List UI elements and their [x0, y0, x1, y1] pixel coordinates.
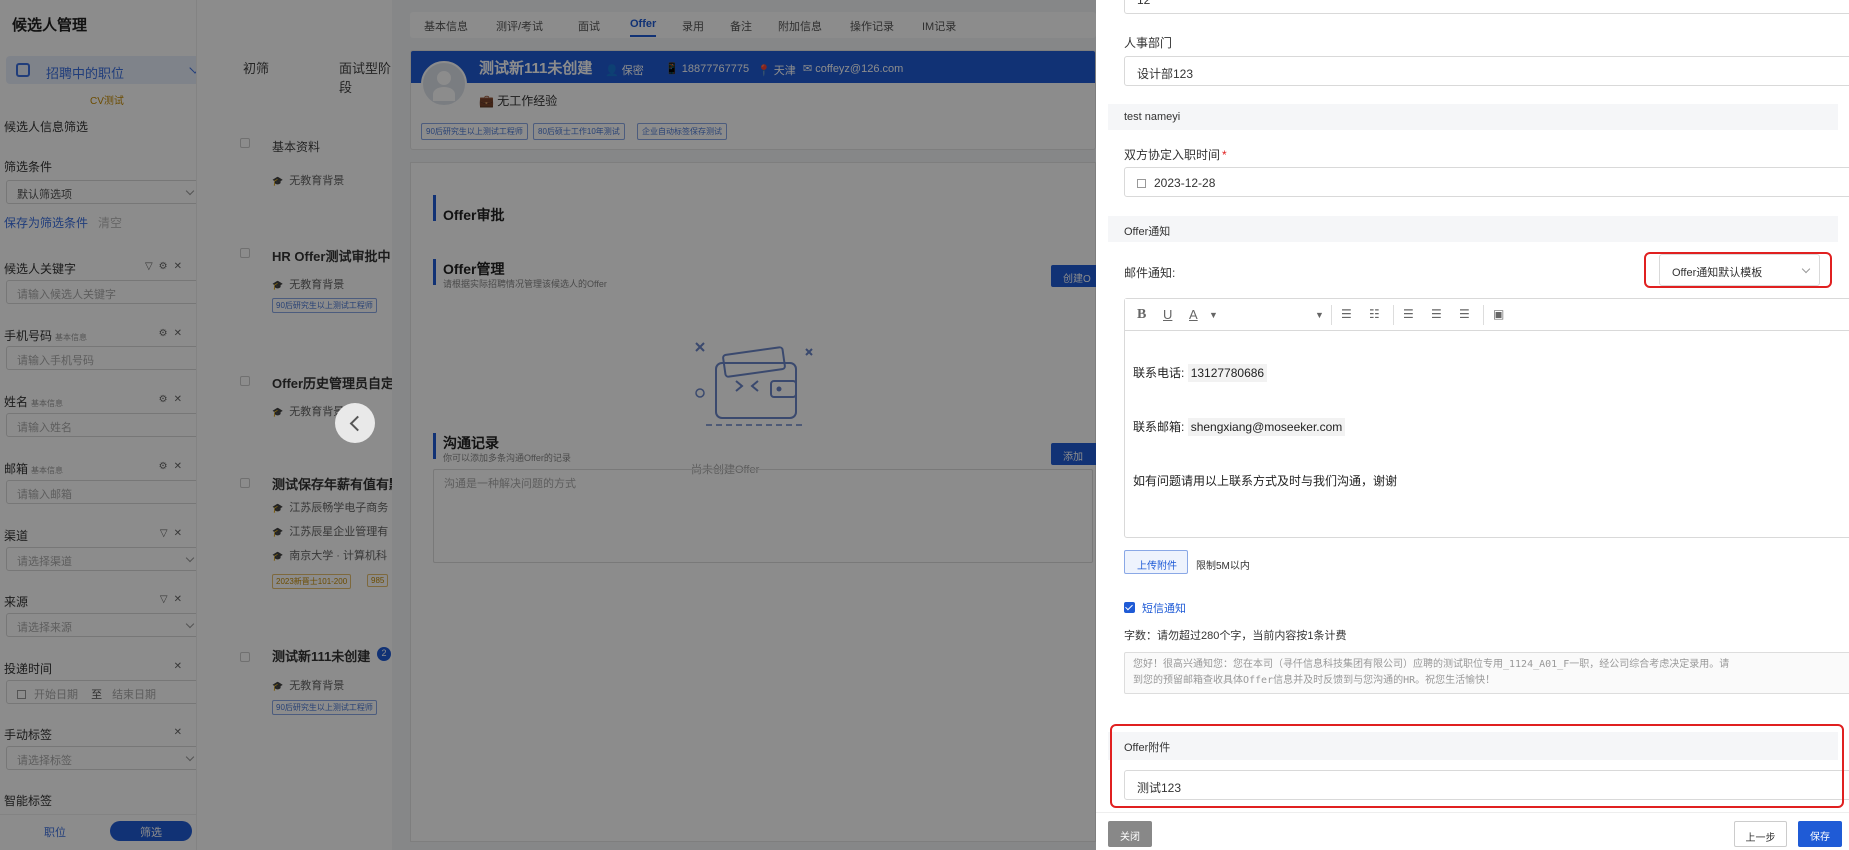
closing-line: 如有问题请用以上联系方式及时与我们沟通，谢谢 — [1133, 474, 1398, 488]
join-date-label-text: 双方协定入职时间 — [1124, 148, 1221, 162]
sms-text-line: 您好！很高兴通知您：您在本司（寻仟信息科技集团有限公司）应聘的测试职位专用_11… — [1133, 659, 1730, 670]
font-color-icon[interactable]: A — [1189, 307, 1198, 322]
editor-toolbar: B U A ▼ ▼ ☰ ☷ ☰ ☰ ☰ ▣ — [1125, 299, 1849, 331]
editor-content[interactable]: 联系电话: 13127780686 联系邮箱: shengxiang@mosee… — [1125, 332, 1849, 537]
sms-checkbox[interactable] — [1124, 602, 1135, 613]
align-left-icon[interactable]: ☰ — [1403, 307, 1414, 321]
detail-overlay — [392, 0, 1096, 850]
calendar-icon — [1137, 179, 1146, 188]
contact-email-value: shengxiang@moseeker.com — [1187, 418, 1346, 436]
close-button[interactable]: 关闭 — [1108, 821, 1152, 847]
highlight-box — [1644, 252, 1832, 288]
top-field[interactable]: 12 — [1124, 0, 1849, 14]
drawer-footer: 关闭 上一步 保存 — [1096, 812, 1849, 850]
hr-dept-value: 设计部123 — [1137, 67, 1194, 81]
align-right-icon[interactable]: ☰ — [1459, 307, 1470, 321]
sms-textarea[interactable]: 您好！很高兴通知您：您在本司（寻仟信息科技集团有限公司）应聘的测试职位专用_11… — [1124, 652, 1849, 694]
contact-phone-label: 联系电话: — [1133, 366, 1185, 380]
toolbar-divider — [1483, 305, 1484, 325]
join-date-value: 2023-12-28 — [1154, 176, 1216, 190]
group-header: Offer通知 — [1108, 216, 1838, 242]
required-mark: * — [1222, 148, 1227, 162]
unordered-list-icon[interactable]: ☷ — [1369, 307, 1380, 321]
group-header: test nameyi — [1108, 104, 1838, 130]
contact-phone-value: 13127780686 — [1187, 364, 1268, 382]
offer-drawer: 12 人事部门 设计部123 test nameyi 双方协定入职时间 * 202… — [1096, 0, 1849, 850]
upload-attachment-button[interactable]: 上传附件 — [1124, 550, 1188, 574]
underline-icon[interactable]: U — [1163, 307, 1172, 322]
save-button[interactable]: 保存 — [1798, 821, 1842, 847]
font-size-chevron-icon[interactable]: ▼ — [1315, 310, 1324, 320]
word-count-hint: 字数：请勿超过280个字，当前内容按1条计费 — [1124, 630, 1347, 642]
contact-email-line: 联系邮箱: shengxiang@moseeker.com — [1133, 418, 1346, 436]
prev-candidate-button[interactable] — [335, 403, 375, 443]
sms-notice-label[interactable]: 短信通知 — [1142, 600, 1186, 616]
chevron-down-icon[interactable]: ▼ — [1209, 310, 1218, 320]
align-center-icon[interactable]: ☰ — [1431, 307, 1442, 321]
email-notice-label: 邮件通知: — [1124, 266, 1176, 280]
bold-icon[interactable]: B — [1137, 307, 1146, 323]
contact-phone-line: 联系电话: 13127780686 — [1133, 364, 1268, 382]
join-date-picker[interactable]: 2023-12-28 — [1124, 167, 1849, 197]
ordered-list-icon[interactable]: ☰ — [1341, 307, 1352, 321]
join-date-label: 双方协定入职时间 * — [1124, 146, 1227, 163]
toolbar-divider — [1331, 305, 1332, 325]
hr-dept-select[interactable]: 设计部123 — [1124, 56, 1849, 86]
sms-text-line: 到您的预留邮箱查收具体Offer信息并及时反馈到与您沟通的HR。祝您生活愉快！ — [1133, 675, 1496, 686]
prev-step-button[interactable]: 上一步 — [1734, 821, 1787, 847]
highlight-box — [1110, 724, 1844, 808]
contact-email-label: 联系邮箱: — [1133, 420, 1185, 434]
upload-hint: 限制5M以内 — [1196, 561, 1250, 572]
hr-dept-label: 人事部门 — [1124, 36, 1173, 50]
email-editor[interactable]: B U A ▼ ▼ ☰ ☷ ☰ ☰ ☰ ▣ 联系电话: 13127780686 … — [1124, 298, 1849, 538]
toolbar-divider — [1393, 305, 1394, 325]
image-icon[interactable]: ▣ — [1493, 307, 1504, 321]
